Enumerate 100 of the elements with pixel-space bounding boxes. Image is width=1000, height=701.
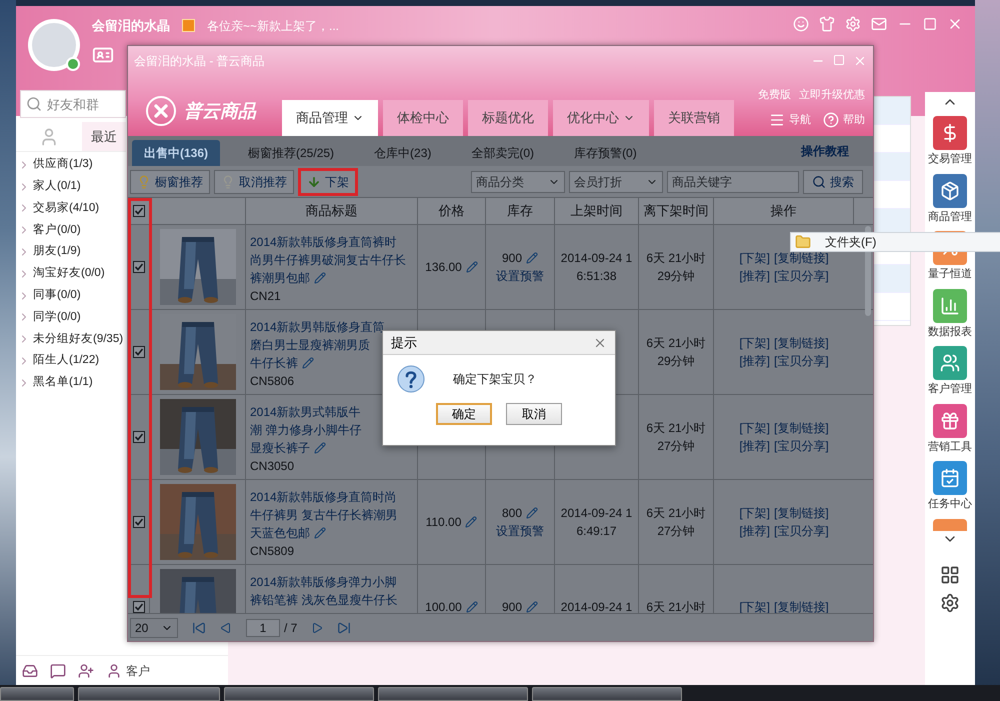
contact-group[interactable]: 黑名单(1/1): [16, 372, 93, 394]
toolbar-button[interactable]: 下架: [298, 168, 358, 196]
nav-tab[interactable]: 体检中心: [383, 100, 463, 136]
nav-link[interactable]: 导航: [769, 112, 811, 128]
keyword-field[interactable]: 商品关键字: [667, 170, 799, 192]
action-link[interactable]: [宝贝分享]: [774, 437, 829, 455]
contact-group[interactable]: 同事(0/0): [16, 284, 81, 307]
grid-icon[interactable]: [940, 564, 960, 584]
product-title[interactable]: 2014新款韩版修身直筒时尚: [250, 488, 397, 506]
product-title[interactable]: 牛仔长裤: [250, 354, 298, 372]
product-title[interactable]: 天蓝色包邮: [250, 524, 310, 542]
settings-icon[interactable]: [940, 592, 960, 612]
stock-alert-link[interactable]: 设置预警: [496, 522, 544, 540]
product-title[interactable]: 裤潮男包邮: [250, 269, 310, 287]
close-icon[interactable]: [853, 54, 867, 68]
action-link[interactable]: [宝贝分享]: [774, 522, 829, 540]
product-title[interactable]: 2014新款韩版修身直筒裤时: [250, 233, 397, 251]
product-title[interactable]: 潮 弹力修身小脚牛仔: [250, 421, 362, 439]
contact-group[interactable]: 未分组好友(9/35): [16, 328, 124, 350]
sidebar-tool[interactable]: 营销工具: [928, 404, 972, 455]
nav-tab[interactable]: 商品管理: [282, 100, 378, 136]
row-checkbox[interactable]: [132, 346, 144, 358]
nav-tab[interactable]: 关联营销: [654, 100, 734, 136]
taskbar-button[interactable]: [0, 687, 74, 701]
edit-icon[interactable]: [526, 507, 538, 519]
action-link[interactable]: [宝贝分享]: [774, 352, 829, 370]
edit-icon[interactable]: [465, 516, 478, 528]
smile-icon[interactable]: [793, 16, 809, 32]
contact-group[interactable]: 朋友(1/9): [16, 241, 81, 263]
action-link[interactable]: [下架]: [739, 504, 770, 522]
maximize-icon[interactable]: [923, 17, 937, 31]
row-checkbox[interactable]: [132, 516, 144, 528]
product-title[interactable]: 2014新款男韩版修身直筒: [250, 318, 385, 336]
shirt-icon[interactable]: [819, 16, 835, 32]
page-size-select[interactable]: 20: [130, 618, 178, 638]
edit-icon[interactable]: [314, 442, 326, 454]
dialog-button[interactable]: 确定: [436, 403, 492, 425]
row-checkbox[interactable]: [132, 431, 144, 443]
action-link[interactable]: [复制链接]: [774, 419, 829, 437]
product-title[interactable]: 2014新款韩版修身弹力小脚: [250, 573, 397, 591]
action-link[interactable]: [推荐]: [739, 352, 770, 370]
status-message[interactable]: 各位亲~~新款上架了，...: [207, 16, 340, 35]
status-tab[interactable]: 橱窗推荐(25/25): [236, 140, 346, 166]
toolbar-button[interactable]: 橱窗推荐: [130, 170, 210, 194]
action-link[interactable]: [下架]: [739, 249, 770, 267]
action-link[interactable]: [推荐]: [739, 267, 770, 285]
contact-group[interactable]: 淘宝好友(0/0): [16, 262, 105, 285]
message-icon[interactable]: [50, 662, 66, 678]
help-link[interactable]: 帮助: [823, 112, 865, 128]
action-link[interactable]: [复制链接]: [774, 334, 829, 352]
sidebar-tool[interactable]: 任务中心: [928, 461, 972, 512]
customer-button[interactable]: 客户: [106, 662, 150, 680]
action-link[interactable]: [推荐]: [739, 437, 770, 455]
status-tab[interactable]: 全部卖完(0): [459, 140, 546, 166]
action-link[interactable]: [推荐]: [739, 522, 770, 540]
page-field[interactable]: 1: [246, 618, 280, 636]
stock-alert-link[interactable]: 设置预警: [496, 267, 544, 285]
product-title[interactable]: 裤铅笔裤 浅灰色显瘦牛仔长: [250, 591, 398, 609]
contact-group[interactable]: 客户(0/0): [16, 219, 81, 242]
taskbar-button[interactable]: [532, 687, 682, 701]
taskbar-button[interactable]: [78, 687, 220, 701]
mail-icon[interactable]: [871, 16, 887, 32]
contact-group[interactable]: 同学(0/0): [16, 306, 81, 328]
action-link[interactable]: [宝贝分享]: [774, 267, 829, 285]
status-tab[interactable]: 出售中(136): [132, 140, 220, 166]
sidebar-tool[interactable]: 客户管理: [928, 346, 972, 398]
taskbar-button[interactable]: [378, 687, 528, 701]
row-checkbox[interactable]: [132, 261, 144, 273]
filter-dropdown[interactable]: 商品分类: [471, 170, 565, 192]
contact-group[interactable]: 交易家(4/10): [16, 198, 100, 220]
edit-icon[interactable]: [466, 261, 478, 273]
nav-tab[interactable]: 优化中心: [553, 100, 649, 136]
context-menu-item[interactable]: 文件夹(F): [790, 232, 1000, 252]
product-title[interactable]: 牛仔裤男 复古牛仔长裤潮男: [250, 506, 398, 524]
next-page-icon[interactable]: [311, 622, 324, 634]
nav-tab[interactable]: 标题优化: [468, 100, 548, 136]
add-friend-icon[interactable]: [78, 662, 94, 678]
maximize-icon[interactable]: [833, 54, 845, 66]
action-link[interactable]: [复制链接]: [774, 249, 829, 267]
action-link[interactable]: [复制链接]: [774, 504, 829, 522]
sidebar-tool[interactable]: 数据报表: [928, 288, 972, 340]
edit-icon[interactable]: [302, 357, 314, 369]
sidebar-tool[interactable]: 交易管理: [928, 116, 972, 168]
contact-group[interactable]: 陌生人(1/22): [16, 350, 100, 372]
inbox-icon[interactable]: [22, 662, 38, 678]
edit-icon[interactable]: [466, 601, 478, 613]
dialog-button[interactable]: 取消: [506, 403, 562, 425]
toolbar-button[interactable]: 取消推荐: [214, 170, 294, 194]
previous-page-icon[interactable]: [220, 622, 232, 634]
filter-dropdown[interactable]: 会员打折: [569, 170, 663, 192]
edit-icon[interactable]: [526, 252, 538, 264]
tutorial-link[interactable]: 操作教程: [801, 142, 849, 160]
row-checkbox[interactable]: [132, 601, 144, 613]
search-button[interactable]: 搜索: [803, 170, 863, 194]
edit-icon[interactable]: [526, 601, 538, 613]
action-link[interactable]: [下架]: [739, 334, 770, 352]
status-tab[interactable]: 库存预警(0): [562, 140, 649, 166]
contact-group[interactable]: 家人(0/1): [16, 176, 81, 198]
contact-group[interactable]: 供应商(1/3): [16, 154, 93, 176]
product-title[interactable]: 2014新款男式韩版牛: [250, 403, 361, 421]
